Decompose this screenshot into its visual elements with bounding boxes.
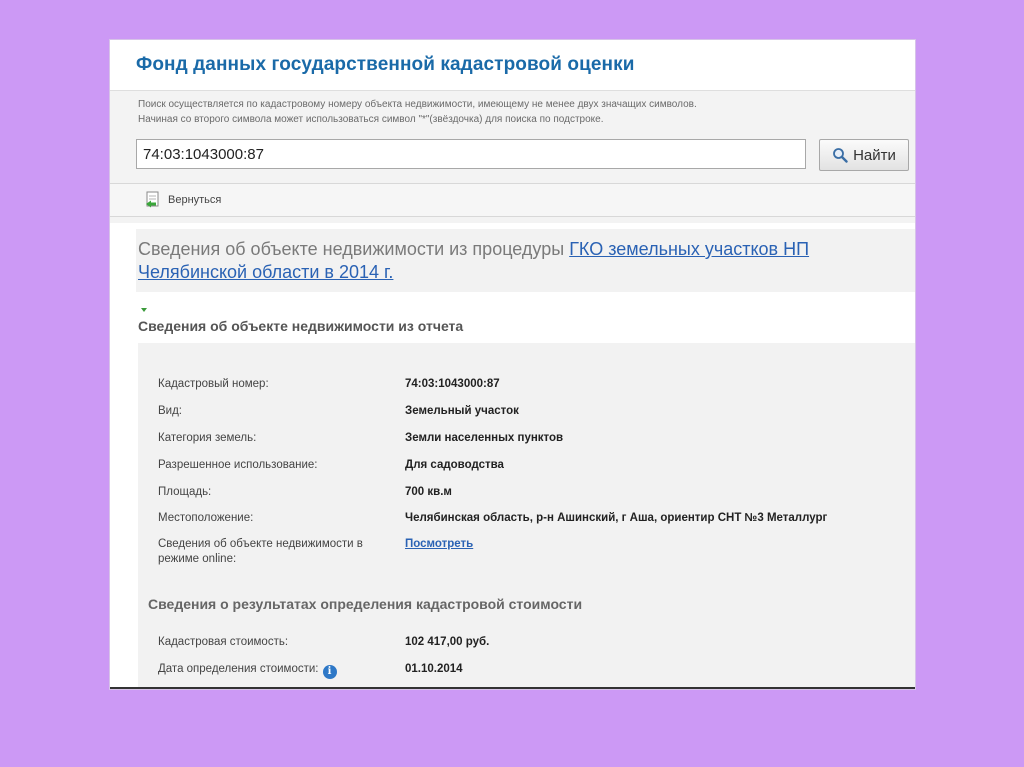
row-label: Разрешенное использование: (158, 459, 318, 471)
row-value: 01.10.2014 (405, 663, 463, 675)
search-input[interactable]: 74:03:1043000:87 (136, 139, 806, 169)
procedure-heading-text: Сведения об объекте недвижимости из проц… (138, 239, 570, 259)
row-value: Челябинская область, р-н Ашинский, г Аша… (405, 512, 828, 524)
row-label: Кадастровая стоимость: (158, 636, 289, 648)
info-icon[interactable]: i (322, 665, 337, 679)
report-section-title: Сведения об объекте недвижимости из отче… (138, 318, 464, 334)
search-button-label: Найти (853, 146, 896, 164)
row-value: 102 417,00 руб. (405, 636, 490, 648)
row-label-text: Дата определения стоимости: (158, 663, 319, 675)
back-link[interactable]: Вернуться (144, 190, 221, 210)
toolbar (110, 183, 915, 217)
search-hint: Поиск осуществляется по кадастровому ном… (138, 97, 878, 127)
search-hint-line-2: Начиная со второго символа может использ… (138, 114, 604, 125)
row-value: Земельный участок (405, 405, 519, 417)
row-label: Дата определения стоимости: i (158, 662, 393, 679)
row-label: Сведения об объекте недвижимости в режим… (158, 538, 363, 565)
row-label: Площадь: (158, 486, 212, 498)
page-title: Фонд данных государственной кадастровой … (136, 54, 635, 75)
magnifier-icon (832, 147, 848, 163)
row-value: Посмотреть (405, 537, 915, 552)
collapse-triangle-icon[interactable] (141, 308, 147, 312)
app-window: Фонд данных государственной кадастровой … (110, 40, 915, 689)
row-label: Вид: (158, 405, 182, 417)
back-arrow-icon (144, 191, 162, 209)
row-value: 700 кв.м (405, 486, 452, 498)
search-hint-line-1: Поиск осуществляется по кадастровому ном… (138, 99, 697, 110)
procedure-heading: Сведения об объекте недвижимости из проц… (138, 238, 878, 284)
row-label: Местоположение: (158, 512, 254, 524)
search-button[interactable]: Найти (819, 139, 909, 171)
details-panel: Кадастровый номер: 74:03:1043000:87 Вид:… (138, 343, 915, 687)
row-label: Категория земель: (158, 432, 257, 444)
back-link-label: Вернуться (168, 194, 222, 206)
row-value: Для садоводства (405, 459, 504, 471)
cost-section-title: Сведения о результатах определения кадас… (148, 596, 583, 612)
view-online-link[interactable]: Посмотреть (405, 538, 473, 550)
row-label: Кадастровый номер: (158, 378, 269, 390)
row-value: 74:03:1043000:87 (405, 378, 500, 390)
row-value: Земли населенных пунктов (405, 432, 564, 444)
